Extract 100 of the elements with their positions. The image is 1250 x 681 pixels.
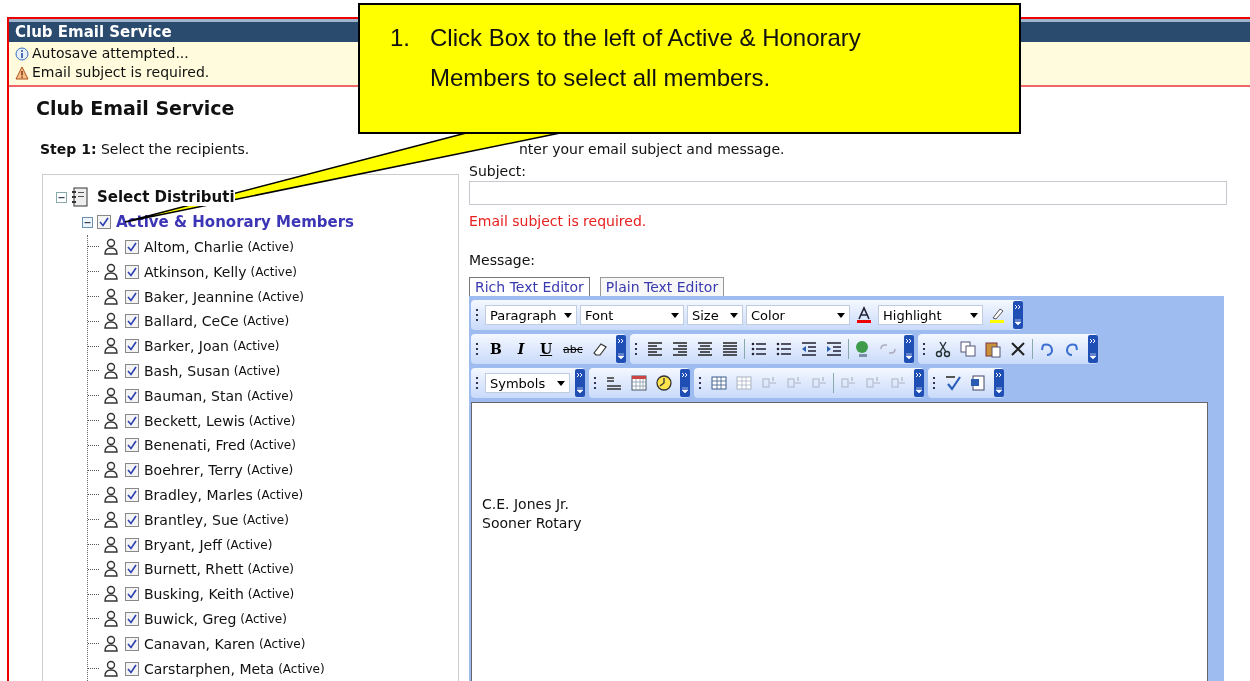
person-icon [103, 461, 119, 480]
grip-icon[interactable] [921, 341, 926, 357]
info-icon [15, 46, 29, 61]
toolbar-options-icon[interactable] [914, 369, 924, 397]
checkbox[interactable] [125, 463, 139, 478]
notice-text: Autosave attempted... [32, 44, 189, 63]
person-icon [103, 609, 119, 628]
editor-tab[interactable]: Rich Text Editor [469, 277, 590, 296]
person-icon [103, 238, 119, 256]
member-status: (Active) [257, 289, 304, 304]
address-book-icon [71, 187, 89, 208]
collapse-icon[interactable] [56, 191, 67, 203]
member-status: (Active) [225, 537, 273, 552]
grip-icon[interactable] [698, 375, 702, 391]
caret-icon[interactable] [564, 312, 572, 318]
dropdown[interactable]: Symbols [485, 373, 570, 393]
toolbar-options-icon[interactable] [575, 369, 585, 397]
person-icon [103, 560, 119, 579]
warning-icon [15, 65, 29, 80]
clock-icon[interactable] [653, 374, 675, 392]
caret-icon[interactable] [730, 312, 738, 318]
member-status: (Active) [242, 512, 289, 527]
notice-text: Email subject is required. [32, 63, 210, 82]
checkbox[interactable] [125, 289, 139, 304]
member-name[interactable]: Altom, Charlie [144, 239, 244, 255]
grip-icon[interactable] [633, 341, 638, 357]
person-icon [103, 361, 119, 380]
member-name[interactable]: Carstarphen, Meta [144, 660, 275, 677]
person-icon [103, 485, 119, 504]
checkbox[interactable] [125, 512, 139, 527]
dropdown[interactable]: Paragraph [485, 305, 577, 325]
member-name[interactable]: Burnett, Rhett [144, 561, 244, 578]
member-name[interactable]: Bradley, Marles [144, 486, 253, 503]
dropdown[interactable]: Color [746, 305, 850, 325]
dropdown[interactable]: Highlight [878, 305, 983, 325]
checkbox[interactable] [125, 339, 139, 354]
collapse-icon[interactable] [82, 216, 93, 228]
member-name[interactable]: Bauman, Stan [144, 387, 243, 404]
checkbox[interactable] [125, 487, 139, 502]
toolbar-options-icon[interactable] [1087, 335, 1098, 363]
format-button[interactable]: U [535, 341, 557, 357]
member-name[interactable]: Baker, Jeannine [144, 288, 254, 305]
member-name[interactable]: Atkinson, Kelly [144, 263, 247, 280]
grip-icon[interactable] [475, 307, 479, 323]
checkbox[interactable] [125, 363, 139, 378]
member-name[interactable]: Canavan, Karen [144, 635, 255, 652]
checkbox[interactable] [125, 562, 139, 577]
editor-tab[interactable]: Plain Text Editor [599, 277, 725, 296]
caret-icon[interactable] [671, 312, 679, 318]
member-status: (Active) [247, 587, 295, 602]
member-name[interactable]: Beckett, Lewis [144, 412, 245, 429]
grip-icon[interactable] [932, 375, 936, 391]
checkbox[interactable] [125, 240, 139, 254]
toolbar-options-icon[interactable] [903, 335, 914, 363]
checkbox[interactable] [125, 264, 139, 279]
checkbox[interactable] [125, 611, 139, 626]
tree-root-label[interactable]: Select Distributi [97, 188, 235, 207]
message-text: C.E. Jones Jr. [482, 495, 570, 514]
grip-icon[interactable] [593, 375, 597, 391]
checkbox[interactable] [125, 636, 139, 651]
message-editor[interactable]: C.E. Jones Jr. Sooner Rotary [471, 402, 1208, 681]
member-name[interactable]: Benenati, Fred [144, 437, 246, 454]
toolbar-options-icon[interactable] [615, 335, 626, 363]
checkbox[interactable] [125, 388, 139, 403]
member-name[interactable]: Boehrer, Terry [144, 462, 243, 479]
member-name[interactable]: Ballard, CeCe [144, 313, 239, 330]
checkbox[interactable] [125, 537, 139, 552]
grip-icon[interactable] [475, 375, 479, 391]
caret-icon[interactable] [970, 312, 978, 318]
toolbar-options-icon[interactable] [994, 369, 1004, 397]
checkbox[interactable] [125, 438, 139, 453]
format-button[interactable]: I [510, 341, 532, 357]
table-icon[interactable] [708, 374, 730, 392]
checkbox[interactable] [125, 661, 139, 676]
checkbox[interactable] [97, 215, 111, 230]
dropdown[interactable]: Font [580, 305, 684, 325]
person-icon [103, 585, 119, 604]
toolbar-options-icon[interactable] [1013, 301, 1023, 329]
format-button[interactable]: abc [560, 342, 586, 356]
format-button[interactable]: B [485, 341, 507, 357]
member-name[interactable]: Bash, Susan [144, 362, 230, 379]
subject-field[interactable] [469, 181, 1227, 205]
member-name[interactable]: Bryant, Jeff [144, 536, 222, 553]
member-name[interactable]: Brantley, Sue [144, 511, 239, 528]
member-name[interactable]: Barker, Joan [144, 338, 229, 355]
calendar-icon[interactable] [628, 374, 650, 392]
member-name[interactable]: Busking, Keith [144, 586, 244, 603]
dropdown[interactable]: Size [687, 305, 743, 325]
caret-icon[interactable] [557, 380, 565, 386]
grip-icon[interactable] [475, 341, 479, 357]
toolbar-options-icon[interactable] [680, 369, 690, 397]
member-name[interactable]: Buwick, Greg [144, 610, 237, 627]
checkbox[interactable] [125, 413, 139, 428]
member-status: (Active) [256, 487, 304, 502]
error-message: Email subject is required. [469, 213, 648, 229]
member-status: (Active) [247, 240, 294, 254]
step-instruction: Step 1: Select the recipients. [40, 140, 251, 158]
caret-icon[interactable] [837, 312, 845, 318]
checkbox[interactable] [125, 587, 139, 602]
checkbox[interactable] [125, 314, 139, 329]
